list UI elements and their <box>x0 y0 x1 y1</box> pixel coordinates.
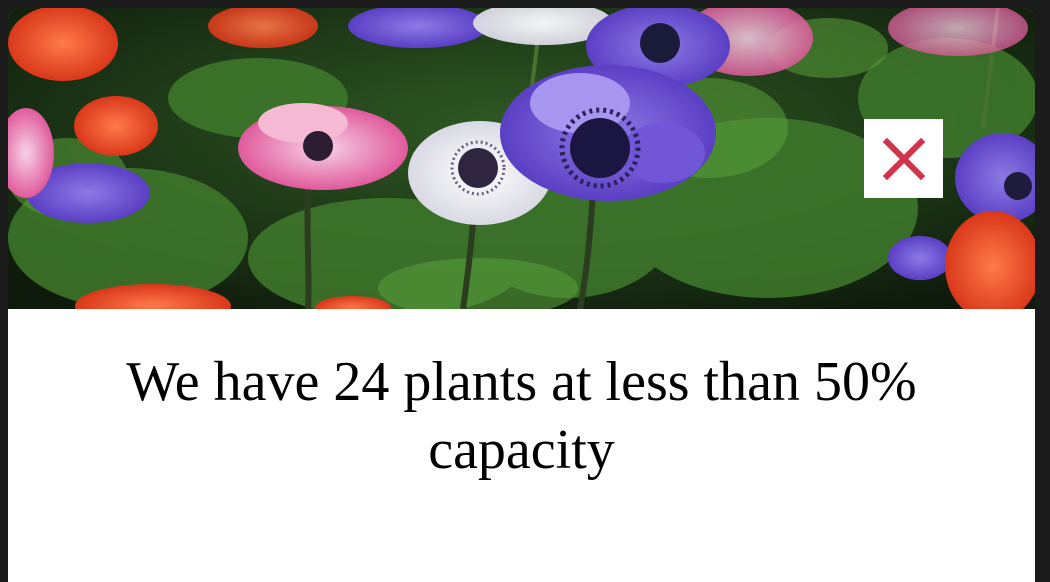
hero-image <box>8 8 1035 309</box>
plant-capacity-modal: We have 24 plants at less than 50% capac… <box>8 8 1035 582</box>
close-icon <box>882 137 925 180</box>
modal-headline: We have 24 plants at less than 50% capac… <box>126 351 917 481</box>
close-button[interactable] <box>864 119 943 198</box>
